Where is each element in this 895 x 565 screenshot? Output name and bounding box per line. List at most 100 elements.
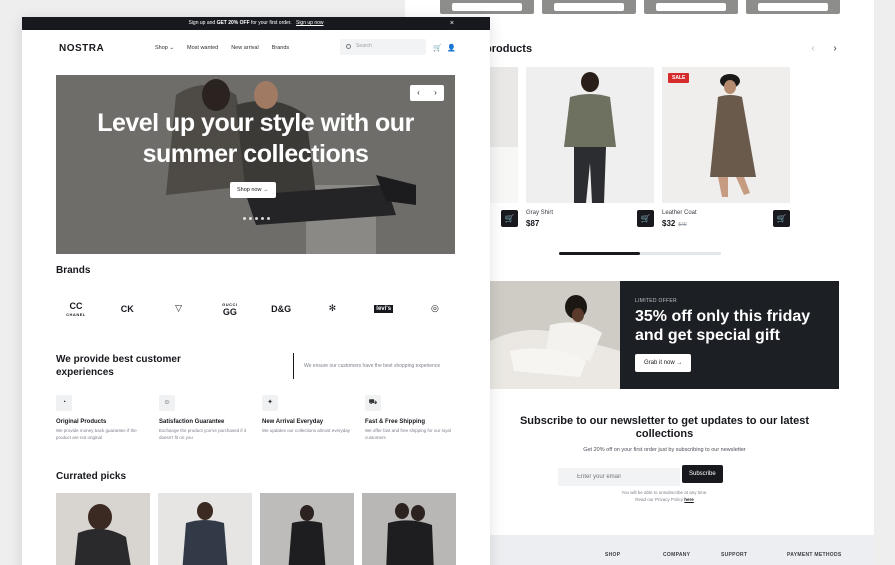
hero-carousel-arrows: ‹ › <box>410 85 444 101</box>
arrow-right-icon: → <box>676 360 683 366</box>
footer-col-support: SUPPORT <box>721 552 748 558</box>
pick-card[interactable] <box>56 493 150 565</box>
brand-logo-prada[interactable]: ▽ <box>159 297 199 321</box>
pagination-dot[interactable] <box>249 217 252 220</box>
close-icon[interactable]: × <box>450 17 454 30</box>
pick-photo <box>158 493 252 565</box>
hero-banner: Level up your style with our summer coll… <box>56 75 455 254</box>
menu-item-brands[interactable]: Brands <box>272 45 289 51</box>
grab-it-now-button[interactable]: Grab it now → <box>635 354 692 372</box>
product-card[interactable]: SALE Leather Coat $32 $40 🛒 <box>662 67 790 228</box>
brand-logo-adidas[interactable]: ✻ <box>312 297 352 321</box>
chevron-left-icon[interactable]: ‹ <box>805 41 821 57</box>
product-photo <box>526 67 654 203</box>
chevron-right-icon[interactable]: › <box>427 85 444 101</box>
product-price: $32 $40 <box>662 219 790 228</box>
feature-item: ☺ Satisfaction Guarantee Exchange the pr… <box>159 395 249 441</box>
category-thumbnail[interactable] <box>746 0 840 14</box>
feature-item: ⛟ Fast & Free Shipping We offer fast and… <box>365 395 455 441</box>
menu-item-shop[interactable]: Shop ⌄ <box>155 45 174 51</box>
pick-card[interactable] <box>158 493 252 565</box>
menu-item-most-wanted[interactable]: Most wanted <box>187 45 218 51</box>
add-to-cart-button[interactable]: 🛒 <box>501 210 518 227</box>
brand-logo-versace[interactable]: ◎ <box>415 297 455 321</box>
pagination-dot[interactable] <box>255 217 258 220</box>
product-photo <box>662 67 790 203</box>
feature-desc: We provide money back guarantee if the p… <box>56 428 137 440</box>
shop-now-button[interactable]: Shop now → <box>230 182 276 198</box>
email-field-wrap <box>558 465 680 486</box>
arrow-right-icon: → <box>263 187 269 193</box>
shop-now-label: Shop now <box>237 187 262 193</box>
pick-card[interactable] <box>260 493 354 565</box>
pagination-dot[interactable] <box>267 217 270 220</box>
announcement-bar: Sign up and GET 20% OFF for your first o… <box>22 17 490 30</box>
logo[interactable]: NOSTRA <box>59 43 104 54</box>
unsubscribe-note: You will be able to unsubscribe at any t… <box>621 490 708 495</box>
picks-title: Currated picks <box>56 471 127 482</box>
pick-card[interactable] <box>362 493 456 565</box>
footer-col-company: COMPANY <box>663 552 691 558</box>
search-input[interactable]: Search <box>340 39 426 55</box>
search-placeholder: Search <box>356 43 372 49</box>
brand-logo-gucci[interactable]: GUCCI GG <box>210 297 250 321</box>
chevron-down-icon: ⌄ <box>169 45 174 51</box>
pick-photo <box>260 493 354 565</box>
products-carousel-arrows: ‹ › <box>805 41 843 57</box>
product-name: Gray Shirt <box>526 210 554 216</box>
original-products-icon: ◔ <box>56 395 72 411</box>
shipping-icon: ⛟ <box>365 395 381 411</box>
brands-title: Brands <box>56 265 91 276</box>
announcement-highlight: GET 20% OFF <box>216 20 250 26</box>
brand-mark: levi's <box>374 304 394 313</box>
chevron-left-icon[interactable]: ‹ <box>410 85 427 101</box>
brand-logo-ck[interactable]: CK <box>107 297 147 321</box>
brand-mark: ▽ <box>175 303 183 313</box>
offer-photo <box>490 281 620 389</box>
user-icon[interactable]: 👤 <box>447 44 456 52</box>
search-icon <box>346 44 351 49</box>
hero-title: Level up your style with our summer coll… <box>97 109 414 168</box>
brand-mark: ✻ <box>328 303 337 313</box>
brand-mark: CC <box>69 301 83 311</box>
cart-icon[interactable]: 🛒 <box>433 44 442 52</box>
feature-desc: We updates our collections almost everyd… <box>262 428 350 433</box>
pagination-dot[interactable] <box>261 217 264 220</box>
brand-word: CHANEL <box>66 312 86 317</box>
brand-logo-levis[interactable]: levi's <box>364 297 404 321</box>
privacy-policy-link[interactable]: here <box>684 497 694 502</box>
subscribe-button[interactable]: Subscribe <box>682 465 723 483</box>
new-arrival-icon: ✦ <box>262 395 278 411</box>
menu-item-new-arrival[interactable]: New arrival <box>231 45 259 51</box>
feature-desc: We offer fast and free shipping for our … <box>365 428 451 440</box>
brand-mark: GG <box>222 307 237 317</box>
email-field[interactable] <box>558 468 680 486</box>
thumbnail-label-pill <box>758 3 828 11</box>
product-card[interactable]: Gray Shirt $87 🛒 <box>526 67 654 228</box>
carousel-progress <box>559 252 721 255</box>
privacy-note: Read our Privacy Policy here <box>490 496 839 503</box>
grab-it-now-label: Grab it now <box>644 360 675 366</box>
category-thumbnail[interactable] <box>440 0 534 14</box>
brand-mark: CK <box>120 303 134 314</box>
brand-mark: D&G <box>271 303 292 314</box>
pagination-dot[interactable] <box>243 217 246 220</box>
category-thumbnail[interactable] <box>644 0 738 14</box>
thumbnail-label-pill <box>656 3 726 11</box>
feature-title: Fast & Free Shipping <box>365 419 426 425</box>
divider <box>293 353 294 379</box>
sign-up-link[interactable]: Sign up now <box>296 20 324 26</box>
brand-list: CC CHANEL CK ▽ GUCCI GG D&G ✻ levi's ◎ <box>56 297 455 321</box>
feature-title: Satisfaction Guarantee <box>159 419 225 425</box>
brand-logo-dg[interactable]: D&G <box>261 297 301 321</box>
add-to-cart-button[interactable]: 🛒 <box>773 210 790 227</box>
offer-tag: LIMITED OFFER <box>635 298 677 304</box>
front-page: Sign up and GET 20% OFF for your first o… <box>22 17 490 565</box>
products-section-title: products <box>485 43 533 55</box>
chevron-right-icon[interactable]: › <box>827 41 843 57</box>
category-thumbnail[interactable] <box>542 0 636 14</box>
brand-logo-chanel[interactable]: CC CHANEL <box>56 297 96 321</box>
add-to-cart-button[interactable]: 🛒 <box>637 210 654 227</box>
privacy-note-text: Read our Privacy Policy <box>635 497 685 502</box>
footer-col-shop: SHOP <box>605 552 621 558</box>
